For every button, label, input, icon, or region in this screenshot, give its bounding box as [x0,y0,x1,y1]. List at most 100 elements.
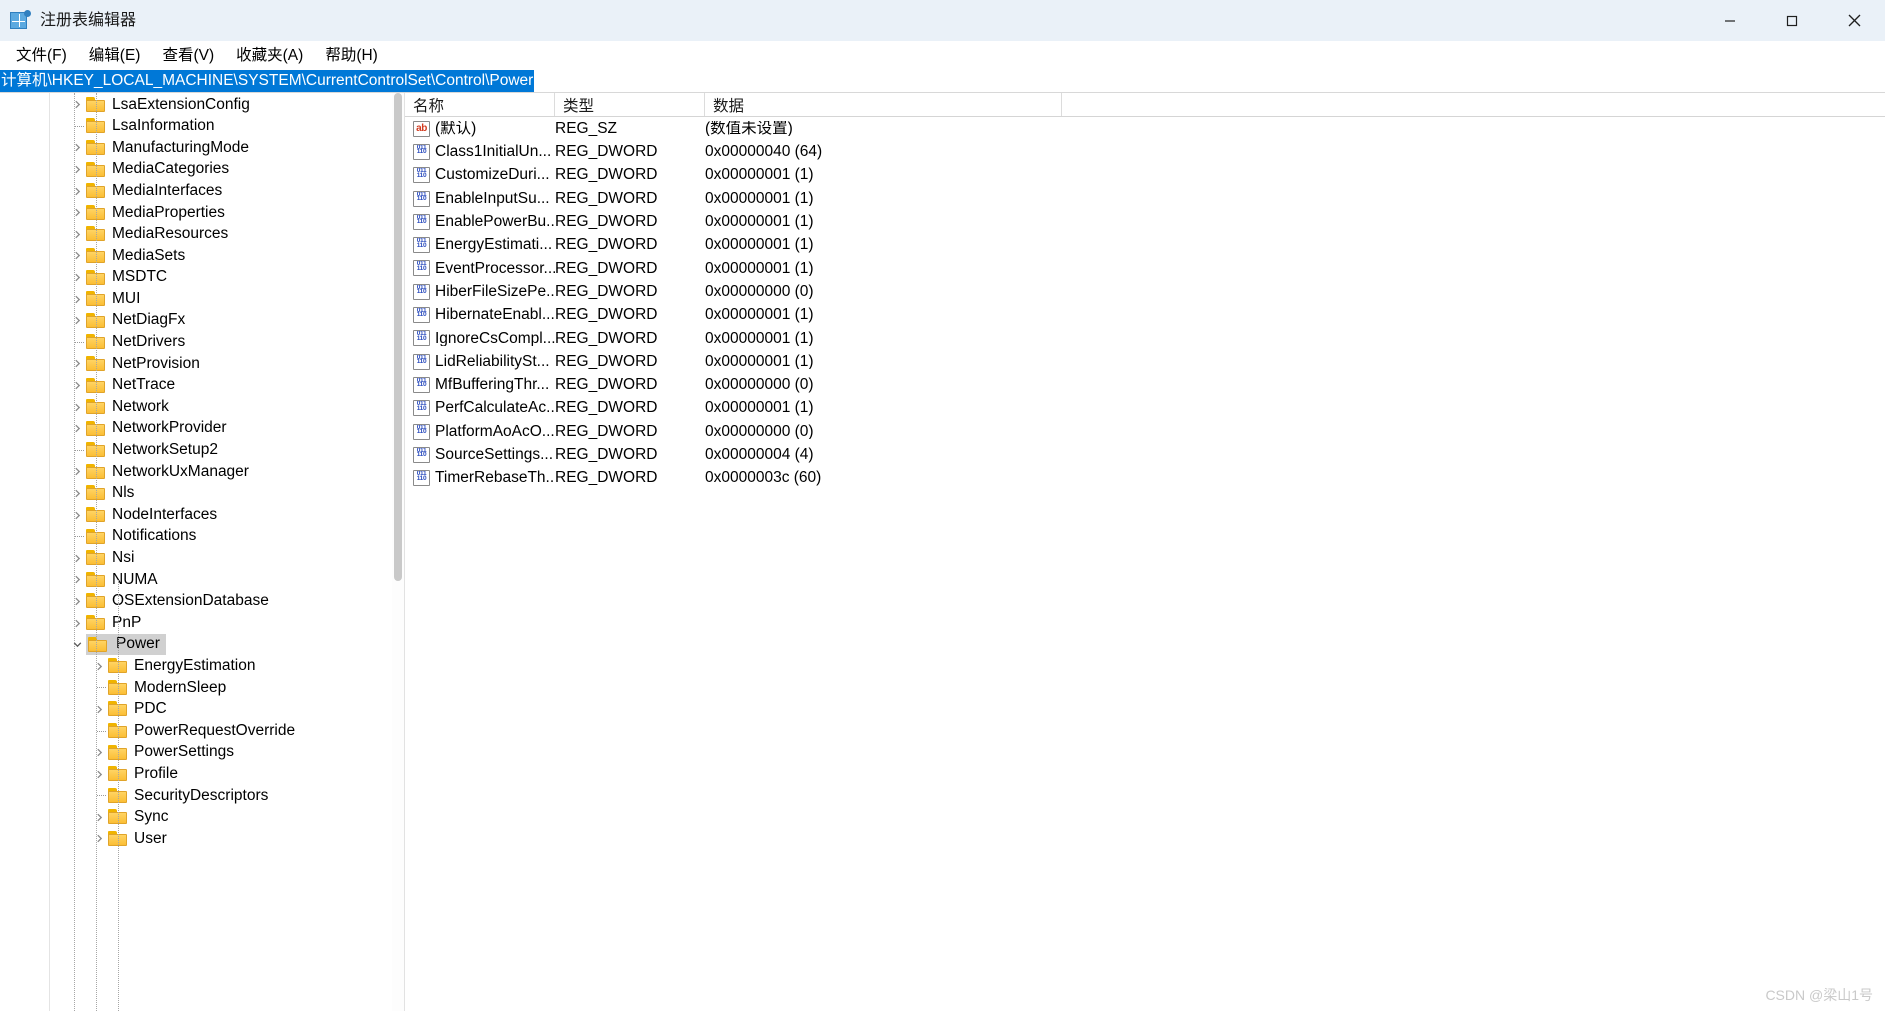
chevron-right-icon[interactable] [90,769,108,780]
tree-item-network[interactable]: Network [50,396,392,418]
chevron-right-icon[interactable] [68,618,86,629]
chevron-right-icon[interactable] [68,164,86,175]
chevron-right-icon[interactable] [68,358,86,369]
tree-item-mediasets[interactable]: MediaSets [50,245,392,267]
tree-item-mui[interactable]: MUI [50,288,392,310]
values-list[interactable]: ab (默认) REG_SZ (数值未设置) 011 110 Class1InitialUn… [405,117,1885,490]
value-row[interactable]: 011 110 Class1InitialUn... REG_DWORD 0x00000… [405,140,1885,163]
chevron-right-icon[interactable] [68,574,86,585]
chevron-right-icon[interactable] [68,380,86,391]
value-row[interactable]: 011 110 MfBufferingThr... REG_DWORD 0x000000… [405,373,1885,396]
value-row[interactable]: 011 110 SourceSettings... REG_DWORD 0x000000… [405,443,1885,466]
tree-item-nsi[interactable]: Nsi [50,547,392,569]
tree-item-power[interactable]: Power [50,634,392,656]
close-button[interactable] [1823,0,1885,41]
maximize-button[interactable] [1761,0,1823,41]
tree-item-notifications[interactable]: Notifications [50,526,392,548]
value-row[interactable]: ab (默认) REG_SZ (数值未设置) [405,117,1885,140]
tree-item-numa[interactable]: NUMA [50,569,392,591]
tree-item-lsaextensionconfig[interactable]: LsaExtensionConfig [50,94,392,116]
menu-edit[interactable]: 编辑(E) [80,45,150,67]
value-row[interactable]: 011 110 TimerRebaseTh... REG_DWORD 0x0000003… [405,466,1885,489]
tree-item-modernsleep[interactable]: ModernSleep [50,677,392,699]
chevron-right-icon[interactable] [90,812,108,823]
tree-item-manufacturingmode[interactable]: ManufacturingMode [50,137,392,159]
chevron-right-icon[interactable] [68,423,86,434]
tree-item-energyestimation[interactable]: EnergyEstimation [50,655,392,677]
tree-item-powersettings[interactable]: PowerSettings [50,742,392,764]
chevron-right-icon[interactable] [68,272,86,283]
tree-item-msdtc[interactable]: MSDTC [50,267,392,289]
tree-item-profile[interactable]: Profile [50,763,392,785]
menu-view[interactable]: 查看(V) [153,45,223,67]
tree-scrollbar[interactable] [392,93,404,1011]
menu-help[interactable]: 帮助(H) [316,45,387,67]
value-row[interactable]: 011 110 IgnoreCsCompl... REG_DWORD 0x0000000… [405,327,1885,350]
tree-item-nettrace[interactable]: NetTrace [50,375,392,397]
tree-item-user[interactable]: User [50,828,392,850]
chevron-right-icon[interactable] [68,186,86,197]
chevron-right-icon[interactable] [68,553,86,564]
folder-icon [86,528,106,545]
registry-tree[interactable]: LsaExtensionConfig LsaInformation Manufact… [50,93,392,1011]
minimize-button[interactable] [1699,0,1761,41]
tree-item-securitydescriptors[interactable]: SecurityDescriptors [50,785,392,807]
chevron-right-icon[interactable] [68,402,86,413]
tree-item-netdrivers[interactable]: NetDrivers [50,332,392,354]
chevron-right-icon[interactable] [68,99,86,110]
tree-item-networksetup2[interactable]: NetworkSetup2 [50,440,392,462]
tree-item-nls[interactable]: Nls [50,483,392,505]
tree-item-mediacategories[interactable]: MediaCategories [50,159,392,181]
tree-item-mediaproperties[interactable]: MediaProperties [50,202,392,224]
tree-item-osextensiondatabase[interactable]: OSExtensionDatabase [50,591,392,613]
chevron-right-icon[interactable] [68,250,86,261]
value-row[interactable]: 011 110 EnergyEstimati... REG_DWORD 0x000000… [405,233,1885,256]
value-row[interactable]: 011 110 PerfCalculateAc... REG_DWORD 0x00000… [405,397,1885,420]
chevron-right-icon[interactable] [68,488,86,499]
chevron-right-icon[interactable] [90,833,108,844]
chevron-right-icon[interactable] [68,510,86,521]
chevron-right-icon[interactable] [68,315,86,326]
tree-item-lsainformation[interactable]: LsaInformation [50,116,392,138]
tree-item-networkuxmanager[interactable]: NetworkUxManager [50,461,392,483]
chevron-down-icon[interactable] [68,639,86,650]
value-row[interactable]: 011 110 EventProcessor... REG_DWORD 0x000000… [405,257,1885,280]
chevron-right-icon[interactable] [68,596,86,607]
value-row[interactable]: 011 110 EnableInputSu... REG_DWORD 0x0000000… [405,187,1885,210]
tree-item-pnp[interactable]: PnP [50,612,392,634]
column-header-type[interactable]: 类型 [555,93,705,116]
folder-icon [86,615,106,631]
tree-item-networkprovider[interactable]: NetworkProvider [50,418,392,440]
tree-item-sync[interactable]: Sync [50,807,392,829]
value-row[interactable]: 011 110 EnablePowerBu... REG_DWORD 0x0000000… [405,210,1885,233]
chevron-right-icon[interactable] [68,466,86,477]
chevron-right-icon[interactable] [90,704,108,715]
chevron-right-icon[interactable] [68,229,86,240]
tree-item-pdc[interactable]: PDC [50,699,392,721]
menu-favorites[interactable]: 收藏夹(A) [227,45,312,67]
value-row[interactable]: 011 110 CustomizeDuri... REG_DWORD 0x0000000… [405,164,1885,187]
tree-item-mediaresources[interactable]: MediaResources [50,224,392,246]
tree-item-netprovision[interactable]: NetProvision [50,353,392,375]
value-row[interactable]: 011 110 LidReliabilitySt... REG_DWORD 0x0000… [405,350,1885,373]
value-data: 0x00000001 (1) [705,400,814,416]
tree-item-mediainterfaces[interactable]: MediaInterfaces [50,180,392,202]
chevron-right-icon[interactable] [68,207,86,218]
address-path[interactable]: 计算机\HKEY_LOCAL_MACHINE\SYSTEM\CurrentCon… [0,70,535,92]
column-header-name[interactable]: 名称 [405,93,555,116]
chevron-right-icon[interactable] [68,142,86,153]
value-row[interactable]: 011 110 HibernateEnabl... REG_DWORD 0x000000… [405,303,1885,326]
column-header-data[interactable]: 数据 [705,93,1062,116]
chevron-right-icon[interactable] [90,747,108,758]
tree-scrollbar-thumb[interactable] [394,93,402,581]
value-row[interactable]: 011 110 PlatformAoAcO... REG_DWORD 0x0000000… [405,420,1885,443]
menu-file[interactable]: 文件(F) [7,45,76,67]
address-bar[interactable]: 计算机\HKEY_LOCAL_MACHINE\SYSTEM\CurrentCon… [0,70,1885,93]
tree-item-powerrequestoverride[interactable]: PowerRequestOverride [50,720,392,742]
tree-item-nodeinterfaces[interactable]: NodeInterfaces [50,504,392,526]
tree-item-netdiagfx[interactable]: NetDiagFx [50,310,392,332]
value-row[interactable]: 011 110 HiberFileSizePe... REG_DWORD 0x00000… [405,280,1885,303]
chevron-right-icon[interactable] [68,294,86,305]
chevron-right-icon[interactable] [90,661,108,672]
tree-item-label: MediaCategories [112,160,230,178]
